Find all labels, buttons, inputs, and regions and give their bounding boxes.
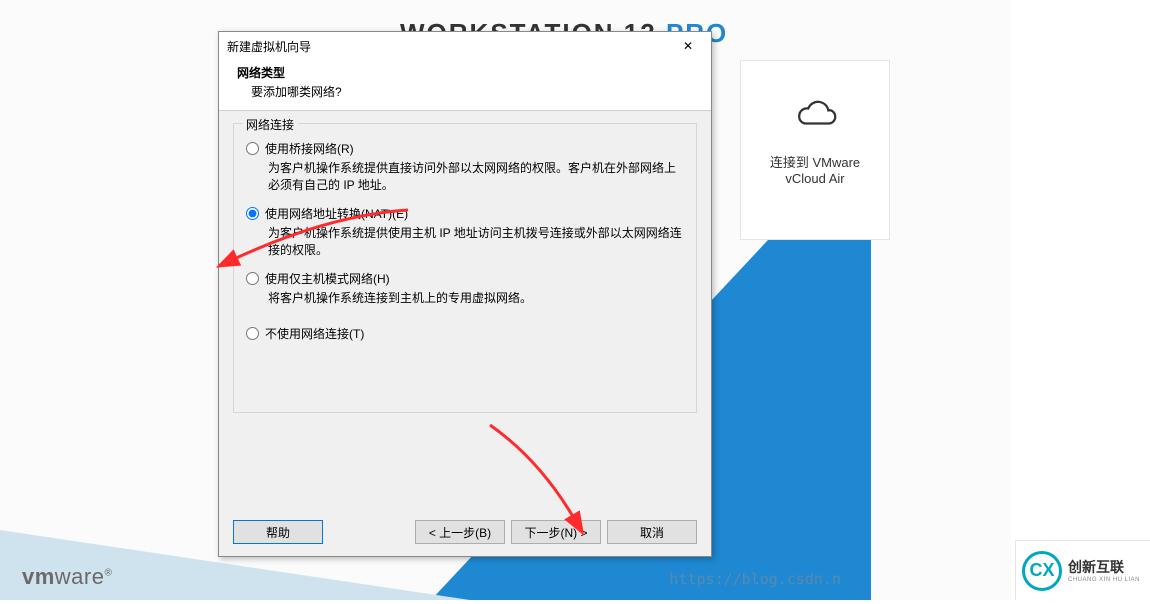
option-hostonly[interactable]: 使用仅主机模式网络(H) 将客户机操作系统连接到主机上的专用虚拟网络。	[246, 270, 686, 307]
cloud-icon	[791, 96, 839, 130]
card-line2: vCloud Air	[741, 171, 889, 186]
group-legend: 网络连接	[242, 116, 298, 133]
dialog-header: 网络类型 要添加哪类网络?	[219, 60, 711, 111]
network-connection-group: 网络连接 使用桥接网络(R) 为客户机操作系统提供直接访问外部以太网网络的权限。…	[233, 123, 697, 413]
dialog-titlebar[interactable]: 新建虚拟机向导 ✕	[219, 32, 711, 60]
vmware-logo: vmware®	[22, 564, 112, 590]
vmware-logo-bold: vm	[22, 564, 55, 589]
option-nat-desc: 为客户机操作系统提供使用主机 IP 地址访问主机拨号连接或外部以太网网络连接的权…	[268, 225, 686, 260]
brand-text: 创新互联	[1068, 559, 1124, 575]
help-button[interactable]: 帮助	[233, 520, 323, 544]
connect-vcloud-card[interactable]: 连接到 VMware vCloud Air	[740, 60, 890, 240]
section-subtitle: 要添加哪类网络?	[237, 83, 697, 100]
card-line1: 连接到 VMware	[741, 152, 889, 171]
option-hostonly-label: 使用仅主机模式网络(H)	[265, 270, 390, 287]
dialog-title: 新建虚拟机向导	[227, 38, 311, 55]
brand-mark: CX	[1022, 551, 1062, 591]
option-none-label: 不使用网络连接(T)	[265, 325, 364, 342]
brand-logo: CX 创新互联 CHUANG XIN HU LIAN	[1015, 540, 1150, 600]
option-bridged[interactable]: 使用桥接网络(R) 为客户机操作系统提供直接访问外部以太网网络的权限。客户机在外…	[246, 140, 686, 195]
next-button[interactable]: 下一步(N) >	[511, 520, 601, 544]
new-vm-wizard-dialog: 新建虚拟机向导 ✕ 网络类型 要添加哪类网络? 网络连接 使用桥接网络(R) 为…	[218, 31, 712, 557]
radio-bridged[interactable]	[246, 142, 259, 155]
option-none[interactable]: 不使用网络连接(T)	[246, 325, 686, 343]
vmware-logo-thin: ware	[55, 564, 105, 589]
option-nat-label: 使用网络地址转换(NAT)(E)	[265, 205, 408, 222]
dialog-body: 网络连接 使用桥接网络(R) 为客户机操作系统提供直接访问外部以太网网络的权限。…	[219, 111, 711, 511]
dialog-button-row: 帮助 < 上一步(B) 下一步(N) > 取消	[219, 510, 711, 556]
option-nat[interactable]: 使用网络地址转换(NAT)(E) 为客户机操作系统提供使用主机 IP 地址访问主…	[246, 205, 686, 260]
brand-sub: CHUANG XIN HU LIAN	[1068, 577, 1140, 583]
radio-hostonly[interactable]	[246, 272, 259, 285]
option-bridged-label: 使用桥接网络(R)	[265, 140, 354, 157]
section-title: 网络类型	[237, 64, 697, 81]
radio-none[interactable]	[246, 327, 259, 340]
back-button[interactable]: < 上一步(B)	[415, 520, 505, 544]
cancel-button[interactable]: 取消	[607, 520, 697, 544]
close-icon[interactable]: ✕	[667, 33, 709, 59]
radio-nat[interactable]	[246, 207, 259, 220]
option-hostonly-desc: 将客户机操作系统连接到主机上的专用虚拟网络。	[268, 290, 686, 307]
option-bridged-desc: 为客户机操作系统提供直接访问外部以太网网络的权限。客户机在外部网络上必须有自己的…	[268, 160, 686, 195]
watermark-url: https://blog.csdn.n	[669, 570, 841, 588]
